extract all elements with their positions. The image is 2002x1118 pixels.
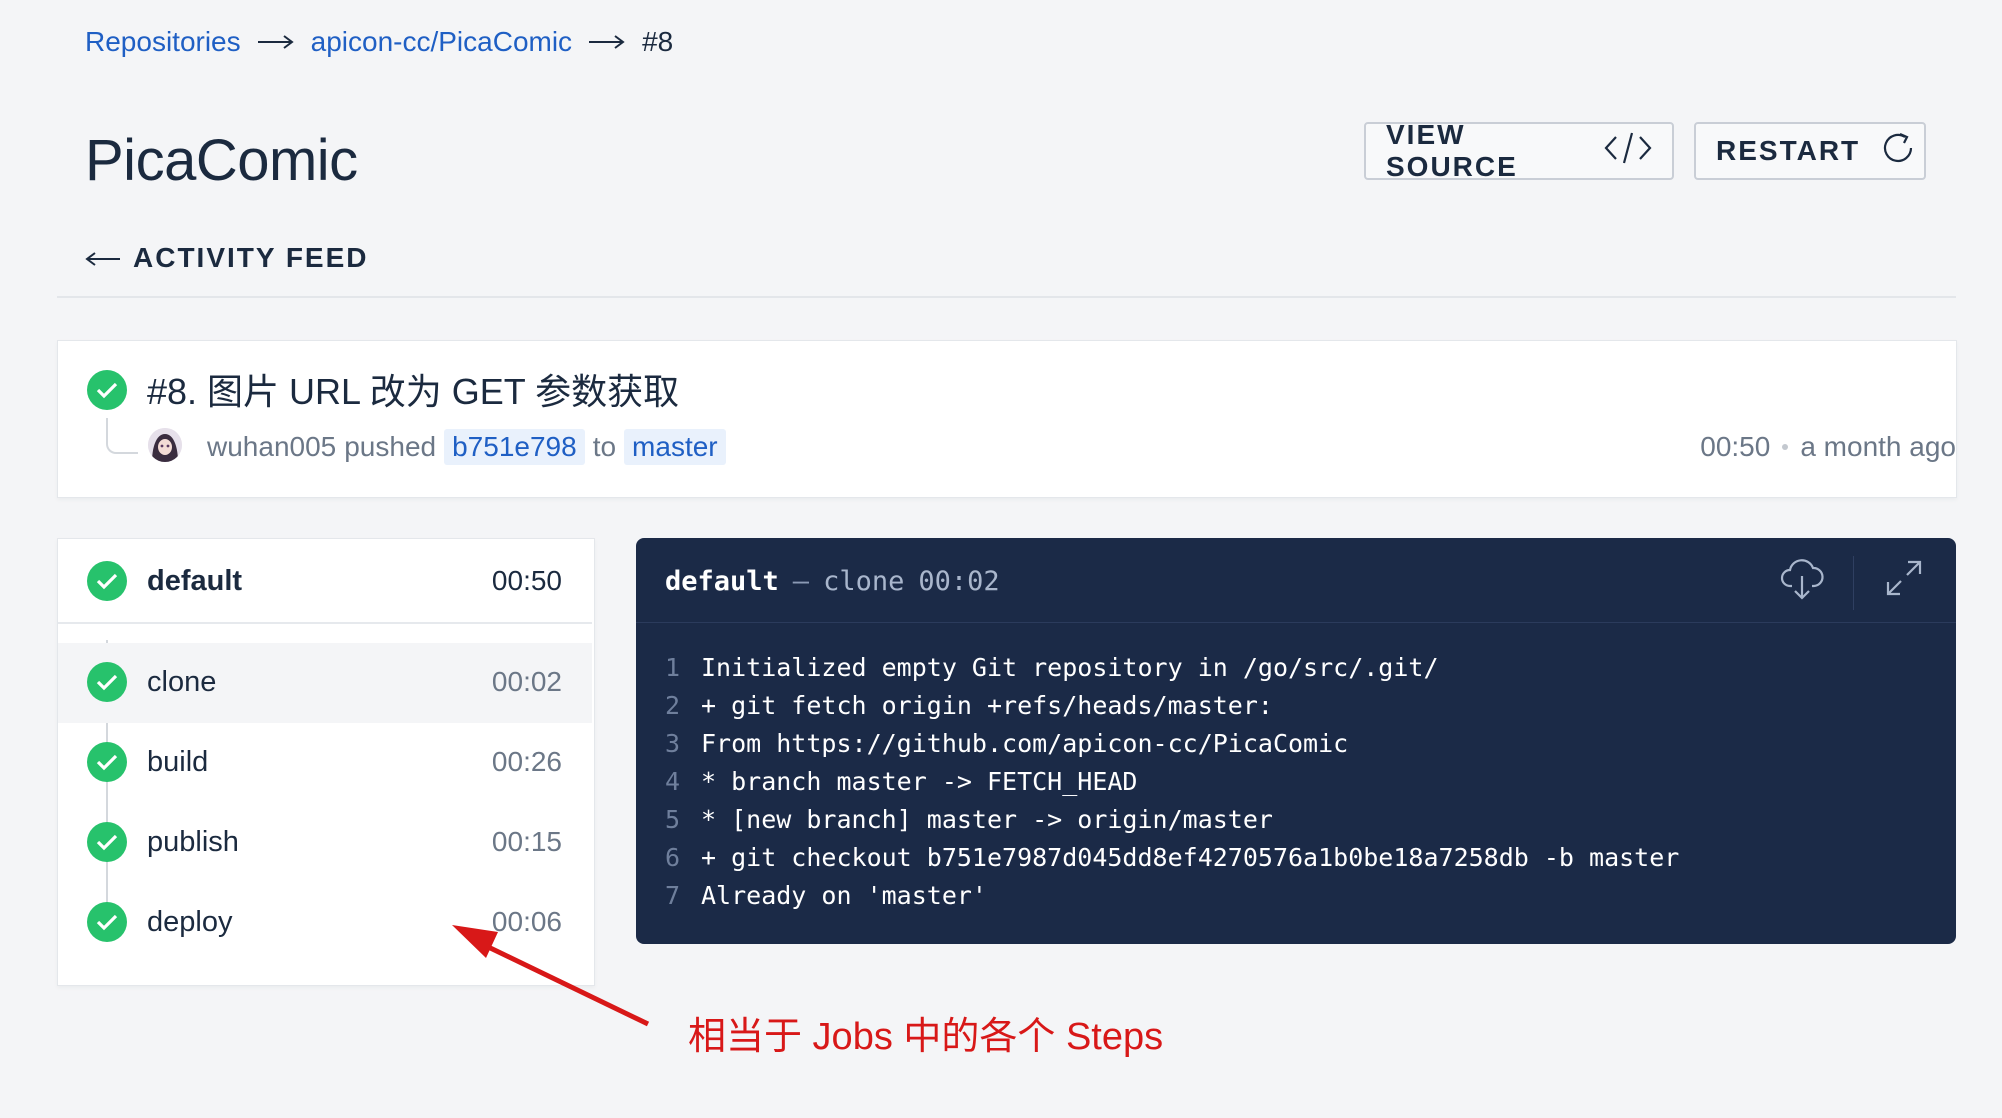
arrow-right-icon bbox=[588, 34, 626, 50]
restart-button[interactable]: RESTART bbox=[1694, 122, 1926, 180]
activity-feed-link[interactable]: ACTIVITY FEED bbox=[85, 236, 369, 280]
build-meta: wuhan005 pushed b751e798 to master bbox=[207, 426, 726, 468]
step-duration: 00:06 bbox=[491, 906, 562, 937]
line-number: 1 bbox=[665, 652, 681, 682]
line-text: Already on 'master' bbox=[701, 880, 987, 910]
build-title[interactable]: #8. 图片 URL 改为 GET 参数获取 bbox=[147, 370, 679, 414]
activity-feed-label: ACTIVITY FEED bbox=[133, 242, 369, 273]
annotation-text: 相当于 Jobs 中的各个 Steps bbox=[688, 1016, 1164, 1058]
log-toolbar-divider bbox=[1853, 556, 1854, 610]
log-line: 7 Already on 'master' bbox=[665, 876, 1679, 914]
line-text: From https://github.com/apicon-cc/PicaCo… bbox=[701, 728, 1349, 758]
restart-label: RESTART bbox=[1716, 135, 1861, 166]
line-number: 6 bbox=[665, 842, 681, 872]
log-line: 2 + git fetch origin +refs/heads/master: bbox=[665, 686, 1679, 724]
build-timing: 00:50 a month ago bbox=[1700, 426, 1956, 468]
check-icon bbox=[87, 822, 127, 862]
line-text: + git checkout b751e7987d045dd8ef4270576… bbox=[701, 842, 1680, 872]
stage-duration: 00:50 bbox=[491, 565, 562, 596]
line-number: 3 bbox=[665, 728, 681, 758]
arrow-left-icon bbox=[85, 242, 121, 274]
breadcrumb-repo-link[interactable]: apicon-cc/PicaComic bbox=[311, 26, 572, 58]
log-line: 6 + git checkout b751e7987d045dd8ef427057… bbox=[665, 838, 1679, 876]
commit-link[interactable]: b751e798 bbox=[444, 429, 585, 465]
log-line: 1 Initialized empty Git repository in /go… bbox=[665, 648, 1679, 686]
step-name: deploy bbox=[147, 906, 233, 938]
check-icon bbox=[87, 902, 127, 942]
expand-icon[interactable] bbox=[1886, 560, 1922, 601]
line-text: + git fetch origin +refs/heads/master: bbox=[701, 690, 1273, 720]
to-word: to bbox=[592, 431, 617, 462]
action-word: pushed bbox=[344, 431, 437, 462]
log-line: 5 * [new branch] master -> origin/master bbox=[665, 800, 1679, 838]
breadcrumb-repositories-link[interactable]: Repositories bbox=[85, 26, 241, 58]
log-stage-name: default bbox=[665, 565, 779, 597]
step-name: build bbox=[147, 746, 209, 778]
log-title: default — clone 00:02 bbox=[665, 561, 1000, 601]
line-number: 2 bbox=[665, 690, 681, 720]
step-duration: 00:15 bbox=[491, 826, 562, 857]
line-text: * [new branch] master -> origin/master bbox=[701, 804, 1273, 834]
refresh-icon bbox=[1878, 128, 1918, 175]
check-icon bbox=[87, 662, 127, 702]
step-name: clone bbox=[147, 666, 217, 698]
branch-link[interactable]: master bbox=[624, 429, 726, 465]
separator-dot bbox=[1782, 444, 1789, 450]
log-step-name: clone bbox=[823, 565, 905, 597]
build-card bbox=[57, 340, 1957, 498]
log-duration: 00:02 bbox=[918, 565, 1000, 597]
line-number: 5 bbox=[665, 804, 681, 834]
avatar bbox=[148, 428, 182, 462]
line-text: * branch master -> FETCH_HEAD bbox=[701, 766, 1138, 796]
view-source-label: VIEW SOURCE bbox=[1386, 119, 1518, 182]
check-icon bbox=[87, 561, 127, 601]
log-separator: — bbox=[792, 565, 810, 597]
check-icon bbox=[87, 742, 127, 782]
page-title: PicaComic bbox=[85, 128, 358, 193]
code-icon bbox=[1604, 131, 1652, 172]
arrow-right-icon bbox=[257, 34, 295, 50]
log-lines: 1 Initialized empty Git repository in /go… bbox=[665, 648, 1679, 914]
build-time-ago: a month ago bbox=[1800, 431, 1956, 462]
build-duration: 00:50 bbox=[1700, 431, 1771, 462]
header-divider bbox=[57, 296, 1956, 298]
tree-connector bbox=[106, 418, 138, 454]
log-line: 4 * branch master -> FETCH_HEAD bbox=[665, 762, 1679, 800]
check-icon bbox=[87, 370, 127, 410]
line-text: Initialized empty Git repository in /go/… bbox=[701, 652, 1439, 682]
step-duration: 00:02 bbox=[491, 666, 562, 697]
line-number: 4 bbox=[665, 766, 681, 796]
line-number: 7 bbox=[665, 880, 681, 910]
log-line: 3 From https://github.com/apicon-cc/PicaC… bbox=[665, 724, 1679, 762]
view-source-button[interactable]: VIEW SOURCE bbox=[1364, 119, 1674, 182]
step-name: publish bbox=[147, 826, 239, 858]
author-name[interactable]: wuhan005 bbox=[207, 431, 336, 463]
breadcrumb-current: #8 bbox=[642, 26, 674, 57]
step-duration: 00:26 bbox=[491, 746, 562, 777]
stage-name: default bbox=[147, 565, 243, 597]
download-cloud-icon[interactable] bbox=[1780, 556, 1824, 607]
breadcrumb: Repositories apicon-cc/PicaComic #8 bbox=[85, 20, 673, 64]
